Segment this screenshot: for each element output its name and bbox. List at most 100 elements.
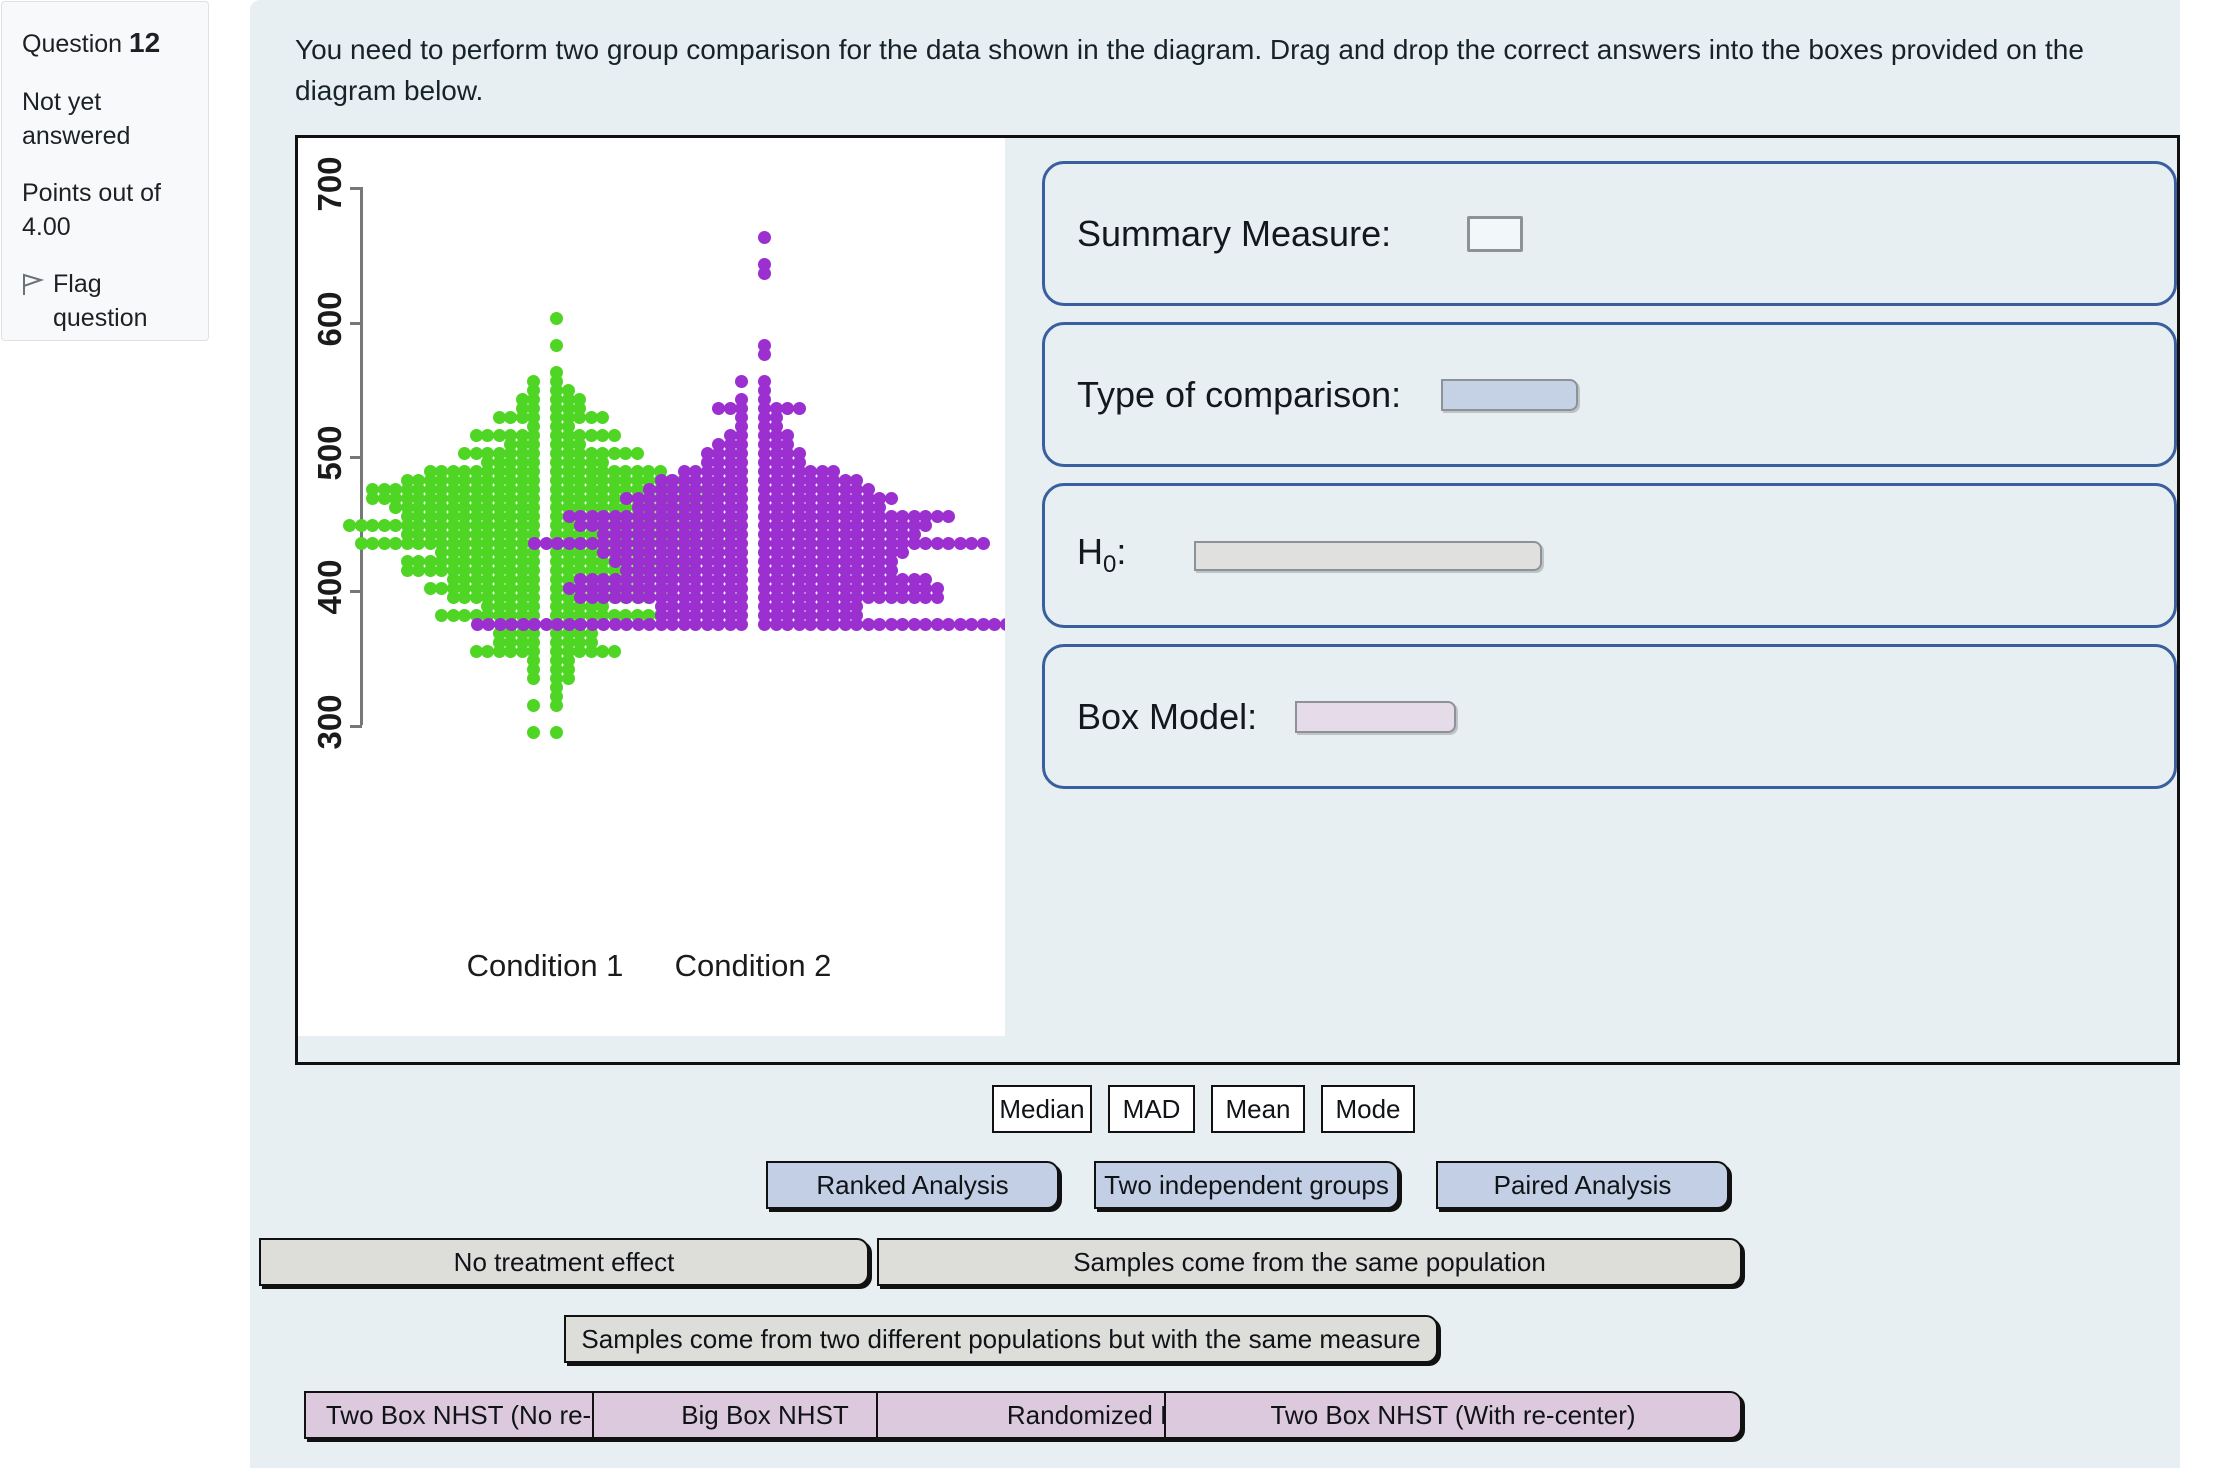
data-point	[758, 374, 771, 388]
data-point	[643, 482, 656, 496]
data-point	[827, 464, 840, 478]
data-point	[470, 617, 484, 631]
flag-question-button[interactable]: Flag question	[22, 267, 188, 336]
data-point	[608, 617, 622, 631]
data-point	[712, 437, 725, 451]
data-point	[631, 491, 645, 505]
data-point	[574, 572, 587, 586]
drop-card-type-of-comparison[interactable]: Type of comparison:	[1042, 322, 2177, 467]
data-point	[781, 428, 794, 442]
drop-card-box-model[interactable]: Box Model:	[1042, 644, 2177, 789]
question-body-panel: You need to perform two group comparison…	[250, 0, 2180, 1468]
data-point	[562, 617, 576, 631]
data-point	[354, 536, 368, 550]
drop-slot-box-model[interactable]	[1295, 700, 1457, 733]
data-point	[631, 617, 645, 631]
y-axis-tick-label: 400	[311, 559, 348, 615]
data-point	[366, 518, 379, 532]
option-chip-no-treatment-effect[interactable]: No treatment effect	[259, 1238, 869, 1286]
data-point	[585, 572, 599, 586]
data-point	[400, 473, 414, 487]
data-point	[366, 482, 379, 496]
flag-icon	[22, 272, 45, 307]
data-point	[597, 509, 610, 523]
y-axis-tick	[350, 590, 362, 594]
data-point	[597, 572, 610, 586]
data-point	[689, 464, 702, 478]
x-axis-category-label: Condition 1	[466, 948, 624, 983]
y-axis-tick-label: 600	[311, 291, 348, 347]
option-chip-same-population[interactable]: Samples come from the same population	[877, 1238, 1742, 1286]
data-point	[585, 536, 599, 550]
data-point	[343, 518, 356, 532]
option-chip-mad[interactable]: MAD	[1108, 1085, 1195, 1133]
data-point	[412, 554, 425, 568]
option-chip-two-box-nhst-with-recenter[interactable]: Two Box NHST (With re-center)	[1164, 1391, 1742, 1439]
data-point	[469, 446, 483, 460]
data-point	[435, 464, 448, 478]
data-point	[574, 536, 587, 550]
option-chip-ranked-analysis[interactable]: Ranked Analysis	[766, 1161, 1059, 1209]
data-point	[482, 617, 495, 631]
data-point	[735, 392, 748, 406]
data-point	[607, 644, 621, 658]
drag-drop-diagram: 300 400 500 600 700 Condition 1 Condition 2 Su…	[295, 135, 2180, 1065]
data-point	[562, 509, 576, 523]
data-point	[481, 446, 494, 460]
option-chip-paired-analysis[interactable]: Paired Analysis	[1436, 1161, 1729, 1209]
data-point	[492, 410, 506, 424]
question-word-label: Question	[22, 30, 123, 58]
drop-card-summary-measure[interactable]: Summary Measure:	[1042, 161, 2177, 306]
data-point	[492, 428, 506, 442]
data-point	[492, 446, 506, 460]
data-point	[458, 446, 471, 460]
data-point	[550, 725, 563, 739]
option-chip-median[interactable]: Median	[992, 1085, 1092, 1133]
data-point	[942, 509, 955, 523]
data-point	[861, 482, 875, 496]
data-point	[574, 509, 587, 523]
data-point	[504, 410, 517, 424]
data-point	[481, 428, 494, 442]
data-point	[723, 428, 737, 442]
data-point	[469, 428, 483, 442]
option-chip-two-different-populations[interactable]: Samples come from two different populati…	[564, 1315, 1438, 1363]
question-number: 12	[129, 27, 161, 58]
data-point	[354, 518, 368, 532]
data-point	[712, 401, 725, 415]
question-status: Not yet answered	[22, 87, 131, 151]
data-point	[620, 491, 633, 505]
data-point	[608, 572, 622, 586]
data-point	[608, 509, 622, 523]
beeswarm-chart: 300 400 500 600 700 Condition 1 Condition 2	[298, 138, 1005, 1036]
option-chip-two-independent-groups[interactable]: Two independent groups	[1094, 1161, 1399, 1209]
data-point	[597, 617, 610, 631]
data-point	[539, 536, 553, 550]
drop-slot-null-hypothesis[interactable]	[1194, 540, 1543, 571]
data-point	[562, 581, 576, 595]
data-point	[469, 644, 483, 658]
y-axis-tick-label: 700	[311, 156, 348, 212]
data-point	[527, 698, 540, 712]
data-point	[435, 608, 448, 622]
y-axis-tick	[350, 724, 362, 728]
data-point	[630, 446, 644, 460]
drop-slot-summary-measure[interactable]	[1467, 215, 1524, 252]
data-point	[758, 257, 771, 271]
data-point	[620, 617, 633, 631]
flag-question-label: Flag question	[53, 269, 148, 333]
option-chip-mode[interactable]: Mode	[1321, 1085, 1415, 1133]
drop-card-label-summary-measure: Summary Measure:	[1077, 212, 1392, 254]
drop-slot-type-of-comparison[interactable]	[1441, 378, 1579, 411]
y-axis-tick-label: 300	[311, 694, 348, 750]
drop-card-null-hypothesis[interactable]: H0:	[1042, 483, 2177, 628]
data-point	[550, 365, 563, 379]
x-axis-category-label: Condition 2	[674, 948, 832, 983]
drop-card-label-box-model: Box Model:	[1077, 695, 1258, 737]
option-chip-mean[interactable]: Mean	[1211, 1085, 1305, 1133]
question-prompt: You need to perform two group comparison…	[295, 34, 2084, 106]
data-point	[561, 383, 575, 397]
data-point	[504, 428, 517, 442]
y-axis-tick	[350, 456, 362, 459]
data-point	[607, 428, 621, 442]
